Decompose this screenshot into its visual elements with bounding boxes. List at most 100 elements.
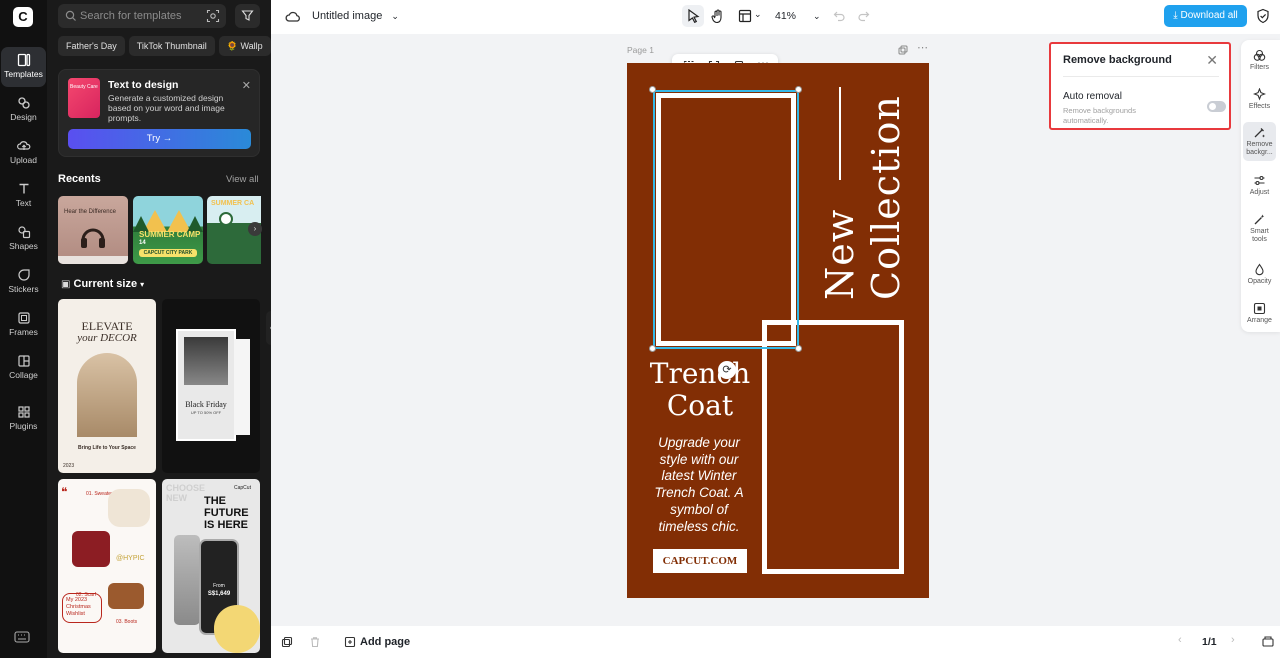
promo-close-icon[interactable]: ✕ (242, 79, 251, 92)
remove-background-title: Remove background (1063, 54, 1172, 66)
tool-effects[interactable]: Effects (1243, 88, 1276, 111)
headline-line1: Trench (649, 357, 751, 390)
website-label[interactable]: CAPCUT.COM (653, 549, 747, 573)
rail-templates-label: Templates (4, 69, 43, 79)
auto-removal-toggle[interactable] (1207, 101, 1226, 112)
chip-tiktok-thumbnail[interactable]: TikTok Thumbnail (128, 36, 215, 56)
recent-sub: CAPCUT CITY PARK (139, 249, 197, 257)
rail-frames-label: Frames (9, 327, 38, 337)
add-page-button[interactable]: Add page (360, 636, 410, 648)
promo-thumb-text: Beauty Care (70, 84, 98, 90)
download-icon: ⤓ (1173, 10, 1178, 21)
zoom-level[interactable]: 41% ⌄ (775, 10, 820, 22)
duplicate-icon[interactable] (281, 636, 293, 648)
recents-next-icon[interactable]: › (248, 222, 262, 236)
resize-handle[interactable] (795, 86, 802, 93)
redo-icon[interactable] (857, 10, 870, 22)
chevron-down-icon: ⌄ (754, 9, 762, 19)
rail-upload[interactable]: Upload (1, 133, 46, 173)
template-card[interactable]: ELEVATE your DECOR Bring Life to Your Sp… (58, 299, 156, 473)
tool-arrange[interactable]: Arrange (1243, 302, 1276, 325)
recents-title: Recents (58, 173, 101, 185)
select-tool-button[interactable] (682, 5, 704, 27)
document-title-text: Untitled image (312, 10, 383, 22)
cursor-icon (688, 8, 700, 24)
chip-fathers-day[interactable]: Father's Day (58, 36, 125, 56)
toggle-knob (1209, 103, 1216, 110)
try-button[interactable]: Try → (68, 129, 251, 149)
resize-handle[interactable] (649, 345, 656, 352)
layout-dropdown[interactable]: ⌄ (738, 9, 762, 28)
rail-frames[interactable]: Frames (1, 305, 46, 345)
tool-remove-background[interactable]: Remove backgr... (1243, 122, 1276, 161)
resize-handle[interactable] (649, 86, 656, 93)
prev-page-icon[interactable]: ‹ (1178, 634, 1182, 646)
delete-trash-icon[interactable] (309, 636, 321, 648)
tool-filters[interactable]: Filters (1243, 49, 1276, 72)
template-search-input[interactable]: Search for templates (58, 4, 226, 28)
tool-smart-tools-label: Smart tools (1250, 228, 1269, 243)
remove-background-wand-icon (1254, 128, 1265, 138)
recent-item[interactable]: Hear the Difference (58, 196, 128, 264)
right-toolbar: Filters Effects Remove backgr... Adjust … (1241, 40, 1280, 332)
template-card[interactable]: CHOOSE NEW CapCut THE FUTURE IS HERE Fro… (162, 479, 260, 653)
tool-adjust[interactable]: Adjust (1243, 174, 1276, 197)
duplicate-page-icon[interactable] (898, 45, 908, 55)
filter-button[interactable] (235, 4, 260, 28)
resize-handle[interactable] (795, 345, 802, 352)
current-size-dropdown[interactable]: ▣ Current size ▾ (61, 278, 144, 290)
new-collection-text[interactable]: NewCollection (817, 86, 917, 336)
promo-description: Generate a customized design based on yo… (108, 93, 225, 123)
tents-illustration-icon (133, 210, 203, 232)
rail-text[interactable]: Text (1, 176, 46, 216)
template-card[interactable]: Black Friday UP TO 50% OFF (162, 299, 260, 473)
next-page-icon[interactable]: › (1231, 634, 1235, 646)
headphones-icon (81, 228, 105, 248)
keyboard-shortcuts-icon[interactable] (14, 630, 30, 648)
chip-wallpaper[interactable]: 🌻 Wallp (218, 36, 271, 56)
hand-tool-icon[interactable] (711, 9, 725, 24)
tool-opacity-label: Opacity (1247, 278, 1272, 285)
template-photo (108, 583, 144, 609)
close-icon[interactable]: ✕ (1206, 52, 1218, 69)
page-more-icon[interactable]: ⋯ (917, 41, 928, 54)
capcut-logo-icon[interactable]: C (13, 7, 33, 27)
design-page[interactable]: NewCollection Trench Coat ⟳ Upgrade your… (627, 63, 929, 598)
recent-item[interactable]: SUMMER CAMP 14 CAPCUT CITY PARK (133, 196, 203, 264)
divider (1063, 76, 1219, 77)
rail-design[interactable]: Design (1, 90, 46, 130)
template-card[interactable]: ❝ 01. Sweater @HYPIC 02. Scarf My 2023 C… (58, 479, 156, 653)
tool-smart-tools[interactable]: Smart tools (1243, 213, 1276, 244)
pages-overview-icon[interactable] (1261, 635, 1275, 648)
auto-removal-description: Remove backgrounds automatically. (1063, 106, 1136, 125)
bottom-bar: Add page ‹ 1/1 › (271, 626, 1280, 658)
search-icon (65, 10, 76, 21)
selection-box (653, 90, 799, 349)
search-placeholder: Search for templates (80, 10, 182, 22)
image-search-icon[interactable] (206, 9, 220, 23)
undo-icon[interactable] (833, 10, 846, 22)
rotate-handle-icon[interactable]: ⟳ (718, 361, 736, 379)
view-all-link[interactable]: View all (226, 174, 259, 185)
tool-opacity[interactable]: Opacity (1243, 263, 1276, 286)
image-frame-bottom[interactable] (762, 320, 904, 574)
shield-check-icon[interactable] (1256, 8, 1270, 24)
rail-design-label: Design (10, 112, 37, 122)
rail-shapes[interactable]: Shapes (1, 219, 46, 259)
rail-stickers[interactable]: Stickers (1, 262, 46, 302)
rail-collage[interactable]: Collage (1, 348, 46, 388)
body-text[interactable]: Upgrade your style with our latest Winte… (649, 435, 749, 535)
template-photo (174, 535, 200, 625)
recent-text: SUMMER CA (211, 200, 255, 207)
arrange-layers-icon (1253, 302, 1266, 315)
cloud-save-icon[interactable] (285, 9, 301, 23)
document-title[interactable]: Untitled image ⌄ (312, 10, 399, 22)
rail-collage-label: Collage (9, 370, 38, 380)
rail-templates[interactable]: Templates (1, 47, 46, 87)
text-icon (19, 183, 28, 194)
category-chips: Father's Day TikTok Thumbnail 🌻 Wallp (58, 36, 271, 56)
design-icon (17, 97, 30, 109)
remove-background-panel: Remove background ✕ Auto removal Remove … (1049, 42, 1231, 130)
rail-plugins[interactable]: Plugins (1, 399, 46, 439)
download-all-button[interactable]: ⤓ Download all (1164, 5, 1247, 27)
